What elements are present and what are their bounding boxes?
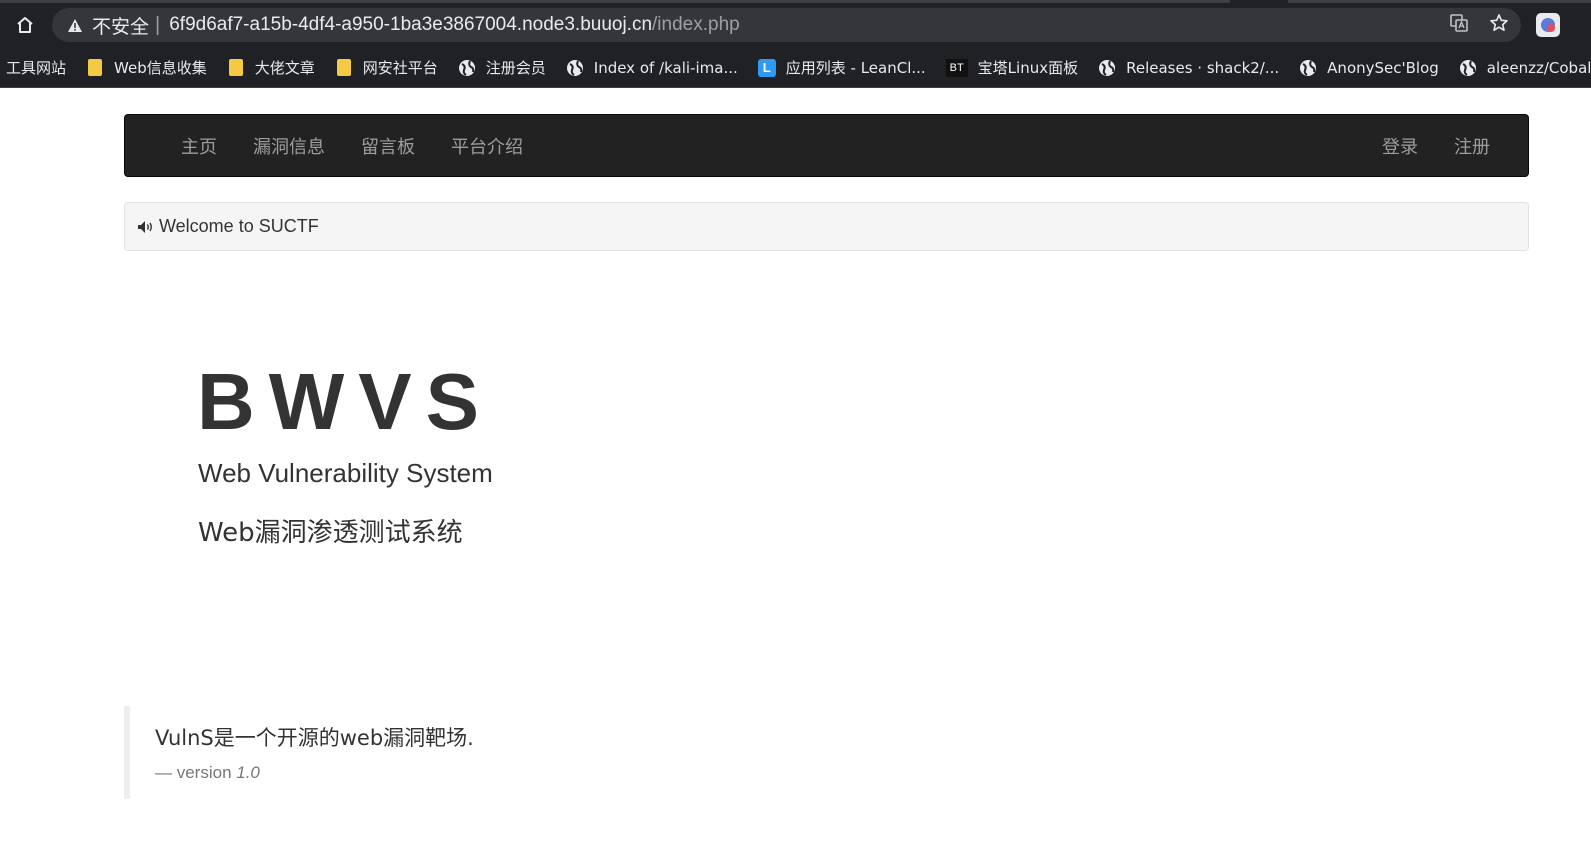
bookmark-label: Web信息收集 — [114, 59, 207, 77]
globe-icon — [1459, 59, 1477, 77]
bookmark-label: 宝塔Linux面板 — [977, 59, 1079, 77]
bookmark-item[interactable]: 注册会员 — [458, 52, 556, 84]
bookmark-label: Releases · shack2/... — [1126, 58, 1280, 77]
version-number: 1.0 — [236, 763, 260, 782]
nav-login[interactable]: 登录 — [1364, 133, 1436, 159]
hero-subtitle-en: Web Vulnerability System — [198, 458, 493, 488]
welcome-well: Welcome to SUCTF — [124, 202, 1529, 251]
bookmark-item[interactable]: aleenzz/Cobal — [1459, 52, 1591, 84]
hero-title: BWVS — [197, 357, 493, 446]
tab-strip-edge — [0, 0, 1230, 3]
welcome-text: Welcome to SUCTF — [159, 216, 319, 236]
leancloud-icon: L — [757, 58, 776, 77]
warning-icon[interactable] — [66, 16, 84, 34]
bookmark-folder[interactable]: Web信息收集 — [86, 52, 217, 84]
translate-icon[interactable] — [1449, 13, 1469, 38]
bookmark-label: Index of /kali-ima... — [593, 58, 738, 77]
bookmark-item[interactable]: L 应用列表 - LeanCl... — [757, 52, 936, 84]
bookmark-label: 大佬文章 — [254, 59, 315, 77]
quote-text: VulnS是一个开源的web漏洞靶场. — [155, 726, 474, 750]
nav-right: 登录 注册 — [1364, 115, 1490, 176]
bt-icon: BT — [945, 58, 968, 77]
nav-home[interactable]: 主页 — [163, 133, 235, 159]
nav-left: 主页 漏洞信息 留言板 平台介绍 — [163, 115, 541, 176]
bookmark-label: 工具网站 — [6, 59, 67, 77]
bookmark-label: 网安社平台 — [362, 59, 438, 77]
bookmarks-bar: 工具网站 Web信息收集 大佬文章 网安社平台 注册会员 Index of /k… — [0, 48, 1591, 88]
nav-message-board[interactable]: 留言板 — [343, 133, 433, 159]
bookmark-folder[interactable]: 网安社平台 — [335, 52, 448, 84]
nav-vuln-info[interactable]: 漏洞信息 — [235, 133, 343, 159]
folder-icon — [86, 59, 104, 77]
bookmark-label: aleenzz/Cobal — [1486, 58, 1591, 77]
home-icon[interactable] — [10, 10, 40, 40]
bookmark-item[interactable]: BT 宝塔Linux面板 — [945, 52, 1088, 84]
star-icon[interactable] — [1489, 13, 1509, 38]
quote-footer-prefix: — version — [155, 763, 237, 782]
address-separator: | — [155, 13, 161, 36]
security-label[interactable]: 不安全 — [92, 12, 149, 39]
bookmark-item[interactable]: Index of /kali-ima... — [566, 52, 748, 84]
folder-icon — [335, 59, 353, 77]
bookmark-folder[interactable]: 大佬文章 — [227, 52, 325, 84]
speaker-icon — [137, 219, 155, 235]
address-bar-actions — [1449, 8, 1509, 42]
folder-icon — [227, 59, 245, 77]
bookmark-label: AnonySec'Blog — [1327, 58, 1439, 77]
browser-toolbar: 不安全 | 6f9d6af7-a15b-4df4-a950-1ba3e38670… — [0, 0, 1591, 48]
bookmark-label: 注册会员 — [485, 59, 546, 77]
globe-icon — [1299, 59, 1317, 77]
nav-register[interactable]: 注册 — [1436, 133, 1490, 159]
address-bar[interactable]: 不安全 | 6f9d6af7-a15b-4df4-a950-1ba3e38670… — [52, 8, 1521, 42]
nav-platform-intro[interactable]: 平台介绍 — [433, 133, 541, 159]
site-navbar: 主页 漏洞信息 留言板 平台介绍 登录 注册 — [124, 114, 1529, 177]
url-path[interactable]: /index.php — [652, 14, 740, 36]
bookmark-item[interactable]: 工具网站 — [0, 52, 76, 84]
bookmark-item[interactable]: Releases · shack2/... — [1098, 52, 1289, 84]
hero-subtitle-cn: Web漏洞渗透测试系统 — [198, 518, 463, 548]
globe-icon — [458, 59, 476, 77]
quote-footer: — version 1.0 — [155, 763, 260, 783]
globe-icon — [566, 59, 584, 77]
tab-strip-edge — [1288, 0, 1591, 3]
bookmark-item[interactable]: AnonySec'Blog — [1299, 52, 1449, 84]
intro-blockquote: VulnS是一个开源的web漏洞靶场. — version 1.0 — [124, 706, 824, 799]
globe-icon — [1098, 59, 1116, 77]
url-host[interactable]: 6f9d6af7-a15b-4df4-a950-1ba3e3867004.nod… — [169, 14, 652, 36]
extension-icon[interactable] — [1536, 13, 1560, 37]
bookmark-label: 应用列表 - LeanCl... — [785, 59, 926, 77]
